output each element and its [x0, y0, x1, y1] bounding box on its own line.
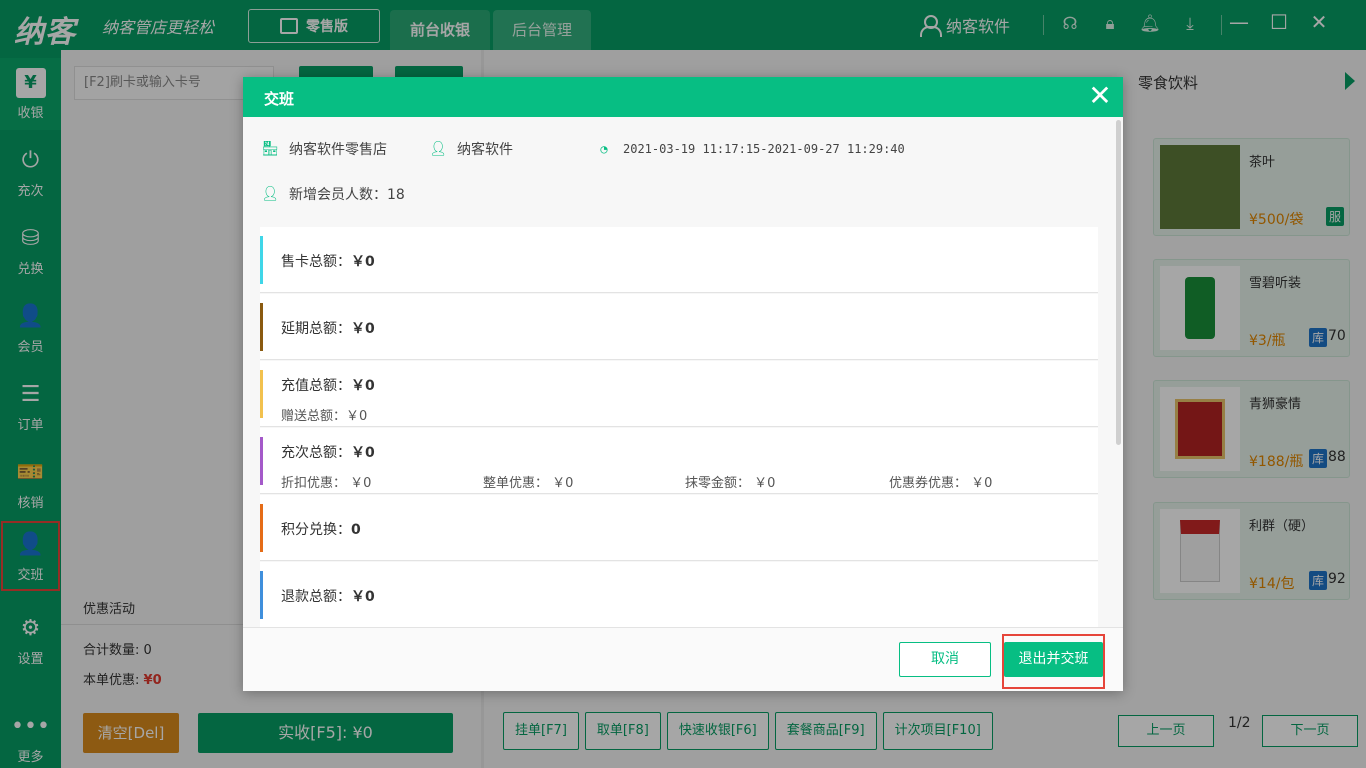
operator-info: 👤︎ 纳客软件	[428, 139, 513, 159]
row-main: 积分兑换：0	[281, 519, 361, 539]
dialog-header: 交班 ✕	[243, 77, 1123, 117]
new-members-count: 新增会员人数：18	[289, 187, 405, 203]
row-label: 退款总额：	[281, 589, 351, 605]
row-label: 积分兑换：	[281, 522, 351, 538]
time-range-info: ◔ 2021-03-19 11:17:15-2021-09-27 11:29:4…	[594, 139, 905, 159]
summary-row: 积分兑换：0	[260, 495, 1098, 561]
row-value: ￥0	[351, 378, 375, 394]
close-icon[interactable]: ✕	[1085, 81, 1115, 113]
store-name: 纳客软件零售店	[289, 142, 387, 158]
discount-rate-value: 折扣优惠： ￥0	[281, 476, 372, 491]
row-label: 售卡总额：	[281, 254, 351, 270]
row-accent	[260, 437, 263, 485]
summary-row: 延期总额：￥0	[260, 294, 1098, 360]
row-main: 退款总额：￥0	[281, 586, 375, 606]
row-main: 延期总额：￥0	[281, 318, 375, 338]
row-value: ￥0	[351, 321, 375, 337]
clock-icon: ◔	[600, 142, 608, 156]
summary-row: 充次总额：￥0 折扣优惠： ￥0 整单优惠： ￥0 抹零金额： ￥0 优惠券优惠…	[260, 428, 1098, 494]
store-info: 🏪︎ 纳客软件零售店	[260, 139, 387, 159]
summary-row: 充值总额：￥0 赠送总额：￥0	[260, 361, 1098, 427]
row-label: 充值总额：	[281, 378, 351, 394]
row-value: ￥0	[351, 254, 375, 270]
scrollbar[interactable]	[1116, 120, 1121, 445]
store-icon: 🏪︎	[261, 141, 279, 157]
row-accent	[260, 303, 263, 351]
cancel-button[interactable]: 取消	[899, 642, 991, 677]
operator-name: 纳客软件	[457, 142, 513, 158]
dialog-footer	[243, 627, 1123, 691]
summary-list: 售卡总额：￥0 延期总额：￥0 充值总额：￥0 赠送总额：￥0 充次总额：￥0 …	[260, 227, 1098, 627]
row-value: 0	[351, 522, 361, 538]
row-label: 延期总额：	[281, 321, 351, 337]
highlight-box	[1002, 634, 1105, 689]
user-icon: 👤︎	[429, 141, 447, 157]
coupon-discount-value: 优惠券优惠： ￥0	[889, 476, 993, 491]
shift-handover-dialog: 交班 ✕ 🏪︎ 纳客软件零售店 👤︎ 纳客软件 ◔ 2021-03-19 11:…	[243, 77, 1123, 691]
row-main: 充次总额：￥0	[281, 442, 375, 462]
summary-row: 售卡总额：￥0	[260, 227, 1098, 293]
add-user-icon: 👤︎	[261, 186, 279, 202]
row-accent	[260, 236, 263, 284]
new-members-info: 👤︎ 新增会员人数：18	[260, 184, 405, 204]
time-range: 2021-03-19 11:17:15-2021-09-27 11:29:40	[623, 142, 905, 156]
row-main: 充值总额：￥0	[281, 375, 375, 395]
row-accent	[260, 370, 263, 418]
row-accent	[260, 571, 263, 619]
row-value: ￥0	[351, 445, 375, 461]
row-value: ￥0	[351, 589, 375, 605]
rounding-value: 抹零金额： ￥0	[685, 476, 776, 491]
row-accent	[260, 504, 263, 552]
order-discount-value: 整单优惠： ￥0	[483, 476, 574, 491]
row-sub: 赠送总额：￥0	[281, 409, 368, 424]
summary-row: 退款总额：￥0	[260, 562, 1098, 627]
row-main: 售卡总额：￥0	[281, 251, 375, 271]
dialog-title: 交班	[264, 90, 295, 108]
row-label: 充次总额：	[281, 445, 351, 461]
